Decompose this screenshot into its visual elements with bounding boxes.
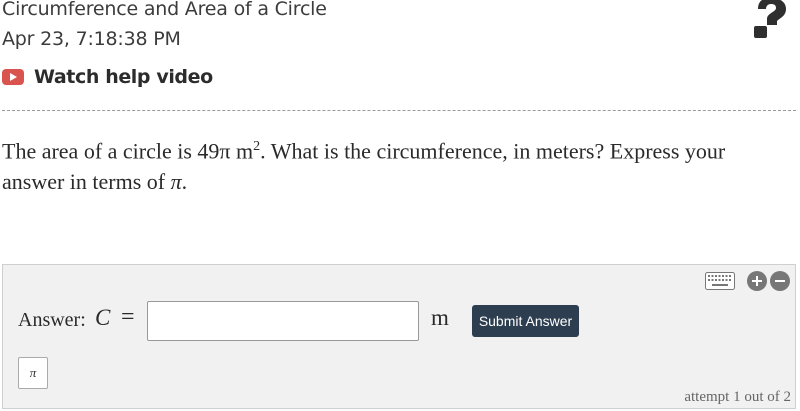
submit-answer-button[interactable]: Submit Answer <box>472 305 579 337</box>
question-part-3: . <box>181 169 188 195</box>
help-video-label: Watch help video <box>34 66 213 88</box>
answer-input[interactable] <box>147 301 419 341</box>
question-mark-icon[interactable] <box>750 0 790 40</box>
zoom-out-icon[interactable] <box>770 271 790 291</box>
attempt-counter: attempt 1 out of 2 <box>684 389 791 405</box>
answer-panel: Answer: C = m Submit Answer π attempt 1 … <box>2 264 796 409</box>
zoom-in-icon[interactable] <box>747 271 767 291</box>
timestamp: Apr 23, 7:18:38 PM <box>2 28 181 50</box>
assignment-title: Circumference and Area of a Circle <box>2 0 327 20</box>
watch-help-video-link[interactable]: Watch help video <box>2 66 213 88</box>
youtube-play-icon <box>2 69 24 85</box>
keyboard-icon[interactable] <box>705 272 735 290</box>
insert-pi-button[interactable]: π <box>18 357 48 389</box>
question-pi-symbol: π <box>170 169 182 195</box>
question-part-1: The area of a circle is 49π m <box>2 138 254 164</box>
answer-equals: = <box>121 304 135 330</box>
answer-label: Answer: <box>18 309 86 331</box>
answer-variable: C <box>95 305 111 330</box>
section-divider <box>2 110 796 111</box>
answer-unit: m <box>431 305 449 330</box>
question-text: The area of a circle is 49π m2. What is … <box>2 131 792 197</box>
